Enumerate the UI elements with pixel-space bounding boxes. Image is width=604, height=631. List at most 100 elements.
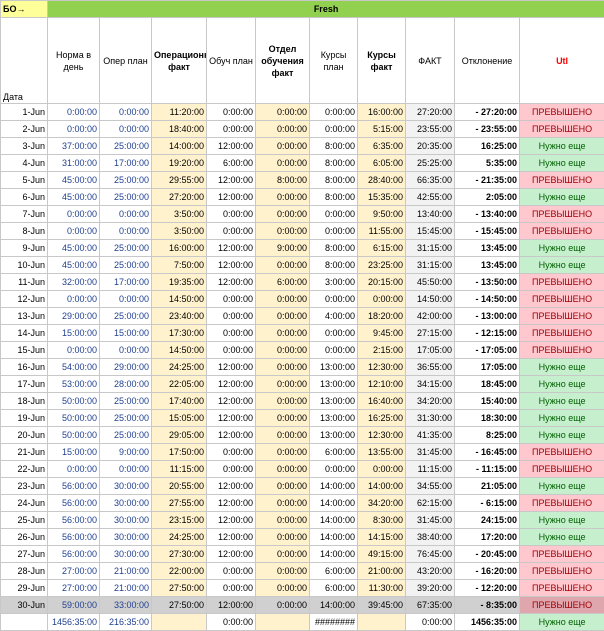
cell-oper-plan[interactable]: 30:00:00: [100, 495, 152, 512]
cell-otklonenie[interactable]: 24:15:00: [455, 512, 520, 529]
cell-kursy-plan[interactable]: 0:00:00: [310, 325, 358, 342]
cell-oper-fakt[interactable]: 18:40:00: [152, 121, 207, 138]
cell-oper-fakt[interactable]: 14:00:00: [152, 138, 207, 155]
cell-otdel-fakt[interactable]: 0:00:00: [256, 291, 310, 308]
cell-obuch-plan[interactable]: 0:00:00: [207, 206, 256, 223]
cell-utl[interactable]: ПРЕВЫШЕНО: [520, 461, 604, 478]
cell-date[interactable]: 21-Jun: [1, 444, 48, 461]
cell-utl[interactable]: Нужно еще: [520, 478, 604, 495]
cell-obuch-plan[interactable]: 12:00:00: [207, 240, 256, 257]
cell-oper-fakt[interactable]: 22:00:00: [152, 563, 207, 580]
cell-otdel-fakt[interactable]: 0:00:00: [256, 512, 310, 529]
cell-kursy-plan[interactable]: 13:00:00: [310, 376, 358, 393]
cell-obuch-plan[interactable]: 12:00:00: [207, 393, 256, 410]
cell-kursy-plan[interactable]: 8:00:00: [310, 257, 358, 274]
cell-date[interactable]: 9-Jun: [1, 240, 48, 257]
cell-norma[interactable]: 45:00:00: [48, 189, 100, 206]
cell-utl[interactable]: Нужно еще: [520, 240, 604, 257]
cell-date[interactable]: 22-Jun: [1, 461, 48, 478]
cell-obuch-plan[interactable]: 12:00:00: [207, 376, 256, 393]
cell-fakt[interactable]: 14:50:00: [406, 291, 455, 308]
cell-otklonenie[interactable]: 16:25:00: [455, 138, 520, 155]
cell-utl[interactable]: ПРЕВЫШЕНО: [520, 563, 604, 580]
cell-fakt[interactable]: 27:15:00: [406, 325, 455, 342]
cell-obuch-plan[interactable]: 12:00:00: [207, 138, 256, 155]
cell-otklonenie[interactable]: 18:30:00: [455, 410, 520, 427]
cell-utl[interactable]: ПРЕВЫШЕНО: [520, 104, 604, 121]
cell-otdel-fakt[interactable]: 0:00:00: [256, 546, 310, 563]
cell-otdel-fakt[interactable]: 0:00:00: [256, 257, 310, 274]
cell-oper-plan[interactable]: 25:00:00: [100, 308, 152, 325]
cell-norma[interactable]: 59:00:00: [48, 597, 100, 614]
cell-oper-fakt[interactable]: 27:20:00: [152, 189, 207, 206]
cell-kursy-fakt[interactable]: 18:20:00: [358, 308, 406, 325]
cell-otklonenie[interactable]: - 11:15:00: [455, 461, 520, 478]
cell-otklonenie[interactable]: - 12:20:00: [455, 580, 520, 597]
cell-otklonenie[interactable]: - 15:45:00: [455, 223, 520, 240]
cell-utl[interactable]: ПРЕВЫШЕНО: [520, 495, 604, 512]
total-cell-obuch-plan[interactable]: 0:00:00: [207, 614, 256, 631]
cell-norma[interactable]: 0:00:00: [48, 206, 100, 223]
cell-utl[interactable]: Нужно еще: [520, 257, 604, 274]
cell-otdel-fakt[interactable]: 0:00:00: [256, 461, 310, 478]
cell-oper-plan[interactable]: 29:00:00: [100, 359, 152, 376]
cell-oper-fakt[interactable]: 27:55:00: [152, 495, 207, 512]
cell-utl[interactable]: Нужно еще: [520, 138, 604, 155]
cell-otklonenie[interactable]: - 16:45:00: [455, 444, 520, 461]
cell-oper-fakt[interactable]: 19:35:00: [152, 274, 207, 291]
cell-norma[interactable]: 45:00:00: [48, 257, 100, 274]
cell-obuch-plan[interactable]: 12:00:00: [207, 172, 256, 189]
cell-obuch-plan[interactable]: 0:00:00: [207, 563, 256, 580]
cell-kursy-plan[interactable]: 14:00:00: [310, 597, 358, 614]
cell-otdel-fakt[interactable]: 0:00:00: [256, 597, 310, 614]
cell-norma[interactable]: 0:00:00: [48, 104, 100, 121]
cell-norma[interactable]: 15:00:00: [48, 325, 100, 342]
cell-utl[interactable]: Нужно еще: [520, 393, 604, 410]
cell-utl[interactable]: ПРЕВЫШЕНО: [520, 444, 604, 461]
cell-kursy-fakt[interactable]: 15:35:00: [358, 189, 406, 206]
cell-fakt[interactable]: 23:55:00: [406, 121, 455, 138]
cell-utl[interactable]: ПРЕВЫШЕНО: [520, 291, 604, 308]
cell-obuch-plan[interactable]: 0:00:00: [207, 291, 256, 308]
cell-otdel-fakt[interactable]: 0:00:00: [256, 155, 310, 172]
cell-fakt[interactable]: 34:15:00: [406, 376, 455, 393]
cell-otklonenie[interactable]: - 14:50:00: [455, 291, 520, 308]
cell-norma[interactable]: 56:00:00: [48, 512, 100, 529]
cell-kursy-fakt[interactable]: 6:05:00: [358, 155, 406, 172]
cell-kursy-fakt[interactable]: 16:25:00: [358, 410, 406, 427]
cell-obuch-plan[interactable]: 12:00:00: [207, 546, 256, 563]
cell-oper-plan[interactable]: 28:00:00: [100, 376, 152, 393]
cell-otklonenie[interactable]: 21:05:00: [455, 478, 520, 495]
cell-otdel-fakt[interactable]: 0:00:00: [256, 325, 310, 342]
cell-fakt[interactable]: 36:55:00: [406, 359, 455, 376]
cell-obuch-plan[interactable]: 0:00:00: [207, 308, 256, 325]
cell-kursy-plan[interactable]: 0:00:00: [310, 342, 358, 359]
cell-obuch-plan[interactable]: 12:00:00: [207, 512, 256, 529]
header-utl[interactable]: Utl: [520, 18, 604, 104]
cell-oper-plan[interactable]: 9:00:00: [100, 444, 152, 461]
cell-utl[interactable]: ПРЕВЫШЕНО: [520, 325, 604, 342]
cell-date[interactable]: 13-Jun: [1, 308, 48, 325]
cell-fakt[interactable]: 42:55:00: [406, 189, 455, 206]
cell-utl[interactable]: ПРЕВЫШЕНО: [520, 342, 604, 359]
cell-utl[interactable]: Нужно еще: [520, 512, 604, 529]
cell-otklonenie[interactable]: 15:40:00: [455, 393, 520, 410]
cell-obuch-plan[interactable]: 12:00:00: [207, 529, 256, 546]
cell-kursy-fakt[interactable]: 12:10:00: [358, 376, 406, 393]
cell-otdel-fakt[interactable]: 0:00:00: [256, 189, 310, 206]
cell-kursy-plan[interactable]: 6:00:00: [310, 563, 358, 580]
cell-kursy-plan[interactable]: 4:00:00: [310, 308, 358, 325]
cell-norma[interactable]: 0:00:00: [48, 461, 100, 478]
cell-date[interactable]: 24-Jun: [1, 495, 48, 512]
cell-oper-plan[interactable]: 30:00:00: [100, 478, 152, 495]
cell-kursy-plan[interactable]: 14:00:00: [310, 529, 358, 546]
cell-kursy-plan[interactable]: 8:00:00: [310, 172, 358, 189]
cell-kursy-fakt[interactable]: 0:00:00: [358, 291, 406, 308]
cell-kursy-plan[interactable]: 0:00:00: [310, 121, 358, 138]
cell-norma[interactable]: 27:00:00: [48, 563, 100, 580]
cell-date[interactable]: 27-Jun: [1, 546, 48, 563]
cell-kursy-fakt[interactable]: 13:55:00: [358, 444, 406, 461]
cell-kursy-plan[interactable]: 0:00:00: [310, 206, 358, 223]
cell-kursy-plan[interactable]: 8:00:00: [310, 240, 358, 257]
cell-otklonenie[interactable]: - 27:20:00: [455, 104, 520, 121]
